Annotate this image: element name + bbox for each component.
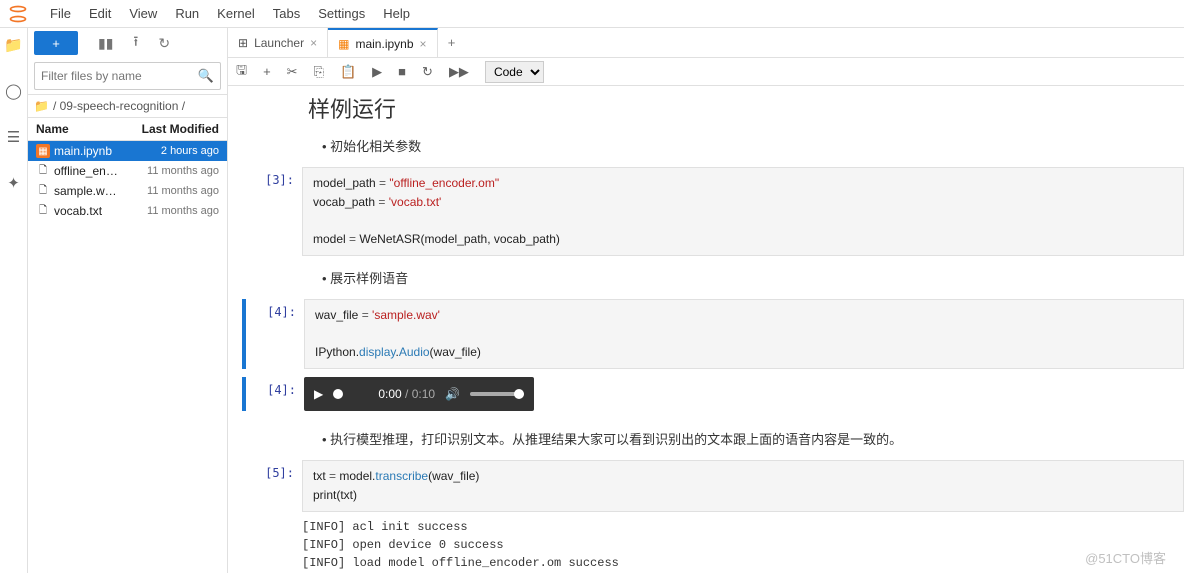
runall-icon[interactable]: ▶▶	[449, 64, 469, 80]
code-cell[interactable]: txt = model.transcribe(wav_file) print(t…	[302, 460, 1184, 512]
search-icon: 🔍	[198, 68, 214, 84]
file-modified: 11 months ago	[147, 165, 219, 177]
cell-prompt: [3]:	[248, 167, 302, 256]
file-name: sample.w…	[54, 184, 117, 198]
menu-view[interactable]: View	[129, 6, 157, 21]
tab-launcher[interactable]: ⊞ Launcher ×	[228, 28, 328, 57]
audio-player[interactable]: ▶ 0:00 / 0:10 🔊	[304, 377, 534, 411]
menu-file[interactable]: File	[50, 6, 71, 21]
file-filter[interactable]: 🔍	[34, 62, 221, 90]
volume-icon[interactable]: 🔊	[445, 387, 460, 401]
menu-kernel[interactable]: Kernel	[217, 6, 255, 21]
toc-icon[interactable]: ☰	[7, 128, 20, 146]
file-name: vocab.txt	[54, 204, 102, 218]
menu-tabs[interactable]: Tabs	[273, 6, 300, 21]
code-cell[interactable]: model_path = "offline_encoder.om" vocab_…	[302, 167, 1184, 256]
file-list: ▦ main.ipynb 2 hours ago 🗋 offline_en… 11 …	[28, 141, 227, 573]
jupyter-logo-icon	[8, 4, 28, 24]
cell-output: [INFO] acl init success [INFO] open devi…	[302, 512, 1184, 573]
add-cell-icon[interactable]: +	[263, 64, 271, 79]
copy-icon[interactable]: ⎘	[314, 64, 324, 80]
tab-label: main.ipynb	[355, 37, 413, 51]
activity-bar: 📁 ◯ ☰ ✦	[0, 28, 28, 573]
cut-icon[interactable]: ✂	[287, 64, 298, 80]
cell-indicator	[242, 377, 246, 411]
stop-icon[interactable]: ■	[398, 64, 406, 79]
add-tab-button[interactable]: +	[438, 35, 466, 50]
file-icon: 🗋	[36, 164, 50, 178]
extensions-icon[interactable]: ✦	[7, 174, 20, 192]
folder-icon[interactable]: 📁	[4, 36, 23, 54]
file-icon: 🗋	[36, 204, 50, 218]
file-row[interactable]: ▦ main.ipynb 2 hours ago	[28, 141, 227, 161]
close-icon[interactable]: ×	[420, 37, 427, 51]
menu-bar: File Edit View Run Kernel Tabs Settings …	[0, 0, 1184, 28]
paste-icon[interactable]: 📋	[340, 64, 356, 80]
menu-run[interactable]: Run	[175, 6, 199, 21]
watermark: @51CTO博客	[1085, 548, 1166, 567]
col-name[interactable]: Name	[36, 122, 69, 136]
launcher-icon: ⊞	[238, 36, 248, 50]
menu-settings[interactable]: Settings	[318, 6, 365, 21]
notebook-toolbar: 🖫 + ✂ ⎘ 📋 ▶ ■ ↻ ▶▶ Code	[228, 58, 1184, 86]
new-folder-icon[interactable]: ▮▮	[98, 35, 113, 52]
notebook-icon: ▦	[338, 37, 349, 51]
file-name: main.ipynb	[54, 144, 112, 158]
close-icon[interactable]: ×	[310, 36, 317, 50]
upload-icon[interactable]: ⭱	[133, 31, 138, 55]
code-cell[interactable]: wav_file = 'sample.wav' IPython.display.…	[304, 299, 1184, 369]
cell-type-select[interactable]: Code	[485, 61, 544, 83]
save-icon[interactable]: 🖫	[236, 61, 247, 83]
progress-dot-icon[interactable]	[333, 389, 343, 399]
file-list-header: Name Last Modified	[28, 118, 227, 141]
output-prompt: [4]:	[250, 377, 304, 411]
restart-icon[interactable]: ↻	[422, 64, 433, 80]
new-launcher-button[interactable]: +	[34, 31, 78, 55]
play-icon[interactable]: ▶	[314, 387, 323, 401]
file-row[interactable]: 🗋 sample.w… 11 months ago	[28, 181, 227, 201]
file-modified: 11 months ago	[147, 205, 219, 217]
run-icon[interactable]: ▶	[372, 64, 382, 80]
cell-indicator	[242, 299, 246, 369]
file-modified: 2 hours ago	[161, 145, 219, 157]
file-icon: 🗋	[36, 184, 50, 198]
markdown-heading: 样例运行	[308, 92, 1184, 124]
tab-notebook[interactable]: ▦ main.ipynb ×	[328, 28, 437, 57]
file-name: offline_en…	[54, 164, 118, 178]
notebook-icon: ▦	[36, 144, 50, 158]
menu-help[interactable]: Help	[383, 6, 410, 21]
audio-sep: /	[402, 387, 412, 401]
file-row[interactable]: 🗋 vocab.txt 11 months ago	[28, 201, 227, 221]
audio-total: 0:10	[412, 387, 435, 401]
col-modified[interactable]: Last Modified	[142, 122, 219, 136]
breadcrumb-path[interactable]: / 09-speech-recognition /	[53, 99, 185, 113]
cell-prompt: [4]:	[250, 299, 304, 369]
markdown-text: 执行模型推理，打印识别文本。从推理结果大家可以看到识别出的文本跟上面的语音内容是…	[302, 425, 1184, 452]
file-browser: + ▮▮ ⭱ ↻ 🔍 📁 / 09-speech-recognition / N…	[28, 28, 228, 573]
file-toolbar: + ▮▮ ⭱ ↻	[28, 28, 227, 58]
main-area: ⊞ Launcher × ▦ main.ipynb × + 🖫 + ✂ ⎘ 📋 …	[228, 28, 1184, 573]
markdown-text: 展示样例语音	[302, 264, 1184, 291]
file-filter-input[interactable]	[41, 69, 198, 83]
file-modified: 11 months ago	[147, 185, 219, 197]
menu-edit[interactable]: Edit	[89, 6, 111, 21]
markdown-text: 初始化相关参数	[302, 132, 1184, 159]
audio-current: 0:00	[378, 387, 401, 401]
volume-slider[interactable]	[470, 392, 524, 396]
folder-icon: 📁	[34, 99, 49, 113]
running-icon[interactable]: ◯	[5, 82, 22, 100]
breadcrumb[interactable]: 📁 / 09-speech-recognition /	[28, 94, 227, 118]
tab-bar: ⊞ Launcher × ▦ main.ipynb × +	[228, 28, 1184, 58]
cell-prompt: [5]:	[248, 460, 302, 573]
file-row[interactable]: 🗋 offline_en… 11 months ago	[28, 161, 227, 181]
refresh-icon[interactable]: ↻	[158, 35, 170, 52]
tab-label: Launcher	[254, 36, 304, 50]
notebook-body[interactable]: 样例运行 初始化相关参数 [3]: model_path = "offline_…	[228, 86, 1184, 573]
